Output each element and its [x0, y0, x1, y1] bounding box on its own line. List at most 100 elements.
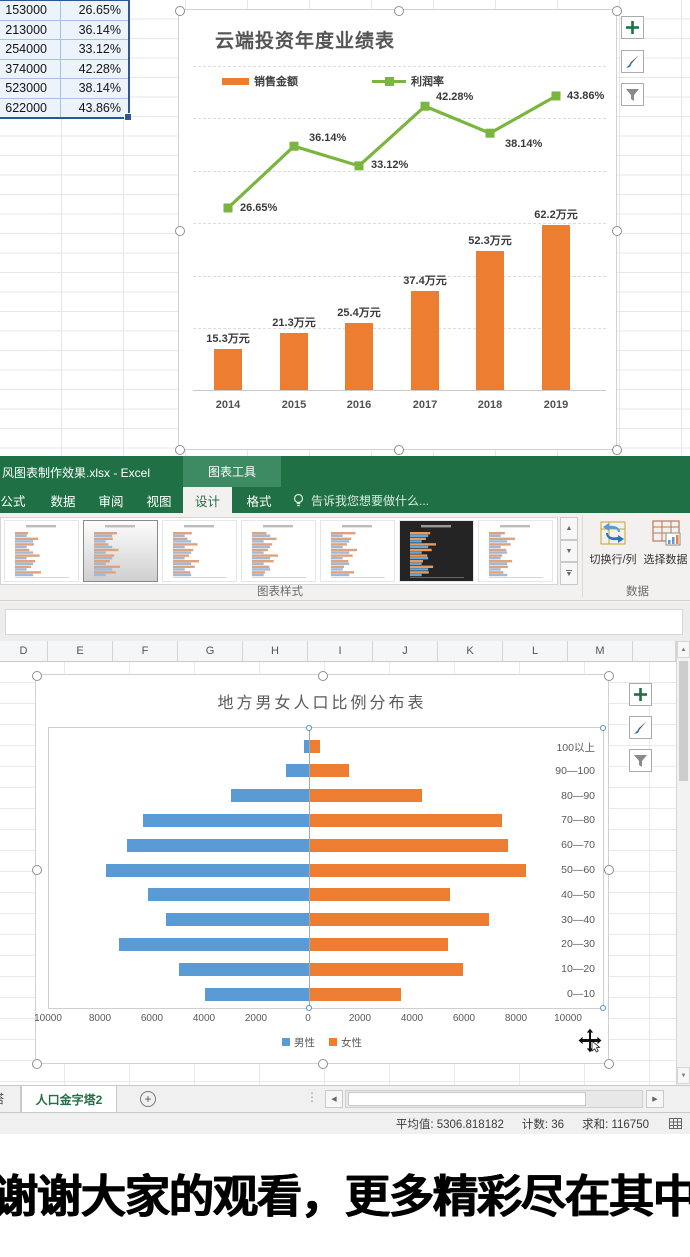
female-bar-10[interactable] — [310, 988, 401, 1001]
select-data-button[interactable]: 选择数据 — [641, 515, 690, 581]
chart-styles-button[interactable] — [629, 716, 652, 739]
female-bar-2[interactable] — [310, 789, 422, 802]
male-bar-10[interactable] — [205, 988, 309, 1001]
new-sheet-button[interactable]: + — [140, 1091, 156, 1107]
scroll-down-button[interactable]: ▼ — [677, 1067, 690, 1084]
chart-style-6[interactable] — [399, 520, 474, 582]
horizontal-scroll-thumb[interactable] — [348, 1092, 586, 1106]
male-bar-3[interactable] — [143, 814, 309, 827]
selection-handle[interactable] — [604, 1059, 614, 1069]
chart-elements-button[interactable] — [621, 16, 644, 39]
chart-title[interactable]: 地方男女人口比例分布表 — [36, 689, 608, 713]
chart-filters-button[interactable] — [621, 83, 644, 106]
male-bar-6[interactable] — [148, 888, 309, 901]
scroll-right-button[interactable]: ▶ — [646, 1090, 664, 1108]
line-marker[interactable] — [355, 161, 364, 170]
male-bar-0[interactable] — [304, 740, 309, 753]
chart-style-2[interactable] — [83, 520, 158, 582]
selection-handle[interactable] — [175, 6, 185, 16]
plot-area[interactable]: 100以上90—10080—9070—8060—7050—6040—5030—4… — [48, 727, 604, 1009]
chart-style-1[interactable] — [4, 520, 79, 582]
male-bar-8[interactable] — [119, 938, 309, 951]
profit-line-series[interactable] — [179, 10, 616, 449]
plot-selection-handle[interactable] — [600, 1005, 606, 1011]
plot-selection-handle[interactable] — [600, 725, 606, 731]
chart-style-gallery[interactable] — [0, 517, 558, 585]
cell-row[interactable]: 52300038.14% — [0, 78, 128, 98]
ribbon-tab-6[interactable]: 格式 — [236, 487, 282, 513]
line-marker[interactable] — [552, 91, 561, 100]
male-bar-5[interactable] — [106, 864, 309, 877]
chart-style-5[interactable] — [320, 520, 395, 582]
selection-handle[interactable] — [175, 226, 185, 236]
column-header-K[interactable]: K — [438, 641, 503, 661]
cell-row[interactable]: 62200043.86% — [0, 98, 128, 118]
switch-row-column-button[interactable]: 切换行/列 — [585, 515, 641, 581]
column-header-H[interactable]: H — [243, 641, 308, 661]
male-bar-9[interactable] — [179, 963, 309, 976]
cell-value[interactable]: 622000 — [0, 99, 60, 118]
chart-elements-button[interactable] — [629, 683, 652, 706]
chart-styles-button[interactable] — [621, 50, 644, 73]
pyramid-chart[interactable]: 地方男女人口比例分布表 100以上90—10080—9070—8060—7050… — [35, 674, 609, 1064]
selection-handle[interactable] — [175, 445, 185, 455]
cell-value[interactable]: 254000 — [0, 40, 60, 59]
gallery-up-button[interactable]: ▲ — [560, 517, 578, 540]
cell-percent[interactable]: 36.14% — [60, 21, 128, 40]
cell-percent[interactable]: 38.14% — [60, 79, 128, 98]
female-bar-8[interactable] — [310, 938, 448, 951]
female-bar-5[interactable] — [310, 864, 526, 877]
selection-handle[interactable] — [32, 865, 42, 875]
column-header-G[interactable]: G — [178, 641, 243, 661]
horizontal-scrollbar[interactable] — [345, 1090, 643, 1108]
cell-percent[interactable]: 33.12% — [60, 40, 128, 59]
selection-handle[interactable] — [604, 671, 614, 681]
selection-handle[interactable] — [604, 865, 614, 875]
sheet-tab-active[interactable]: 人口金字塔2 — [21, 1086, 117, 1112]
ribbon-tab-2[interactable]: 数据 — [40, 487, 86, 513]
cell-value[interactable]: 213000 — [0, 21, 60, 40]
female-bar-7[interactable] — [310, 913, 489, 926]
chart-legend[interactable]: 男性 女性 — [36, 1035, 608, 1050]
female-bar-3[interactable] — [310, 814, 502, 827]
column-header-M[interactable]: M — [568, 641, 633, 661]
selection-handle[interactable] — [394, 6, 404, 16]
selection-handle[interactable] — [612, 445, 622, 455]
vertical-scroll-thumb[interactable] — [679, 661, 688, 781]
gallery-more-button[interactable]: ▼ — [560, 562, 578, 585]
male-bar-2[interactable] — [231, 789, 309, 802]
chart-filters-button[interactable] — [629, 749, 652, 772]
line-marker[interactable] — [421, 102, 430, 111]
line-marker[interactable] — [290, 142, 299, 151]
female-bar-4[interactable] — [310, 839, 508, 852]
female-bar-1[interactable] — [310, 764, 349, 777]
normal-view-icon[interactable] — [669, 1118, 682, 1129]
selection-handle[interactable] — [394, 445, 404, 455]
selection-handle[interactable] — [612, 226, 622, 236]
cell-value[interactable]: 374000 — [0, 60, 60, 79]
cell-row[interactable]: 25400033.12% — [0, 39, 128, 59]
cell-row[interactable]: 15300026.65% — [0, 0, 128, 20]
column-header-E[interactable]: E — [48, 641, 113, 661]
chart-style-7[interactable] — [478, 520, 553, 582]
plot-area[interactable]: 15.3万元201421.3万元201525.4万元201637.4万元2017… — [179, 10, 616, 449]
tell-me-box[interactable]: 告诉我您想要做什么... — [292, 487, 429, 513]
line-marker[interactable] — [486, 129, 495, 138]
column-header-D[interactable]: D — [0, 641, 48, 661]
plot-selection-handle[interactable] — [306, 725, 312, 731]
fill-handle[interactable] — [124, 113, 132, 121]
top-worksheet[interactable]: 15300026.65%21300036.14%25400033.12%3740… — [0, 0, 690, 456]
chart-style-3[interactable] — [162, 520, 237, 582]
line-marker[interactable] — [224, 203, 233, 212]
male-bar-4[interactable] — [127, 839, 309, 852]
formula-bar[interactable] — [5, 609, 683, 635]
ribbon-tab-3[interactable]: 审阅 — [88, 487, 134, 513]
scroll-left-button[interactable]: ◀ — [325, 1090, 343, 1108]
tabbar-divider-dots[interactable]: ⋮ — [306, 1090, 318, 1104]
female-bar-9[interactable] — [310, 963, 463, 976]
female-bar-0[interactable] — [310, 740, 320, 753]
sheet-tab-partial[interactable]: 塔 — [0, 1086, 21, 1112]
selection-handle[interactable] — [612, 6, 622, 16]
plot-selection-handle[interactable] — [306, 1005, 312, 1011]
selection-handle[interactable] — [32, 671, 42, 681]
